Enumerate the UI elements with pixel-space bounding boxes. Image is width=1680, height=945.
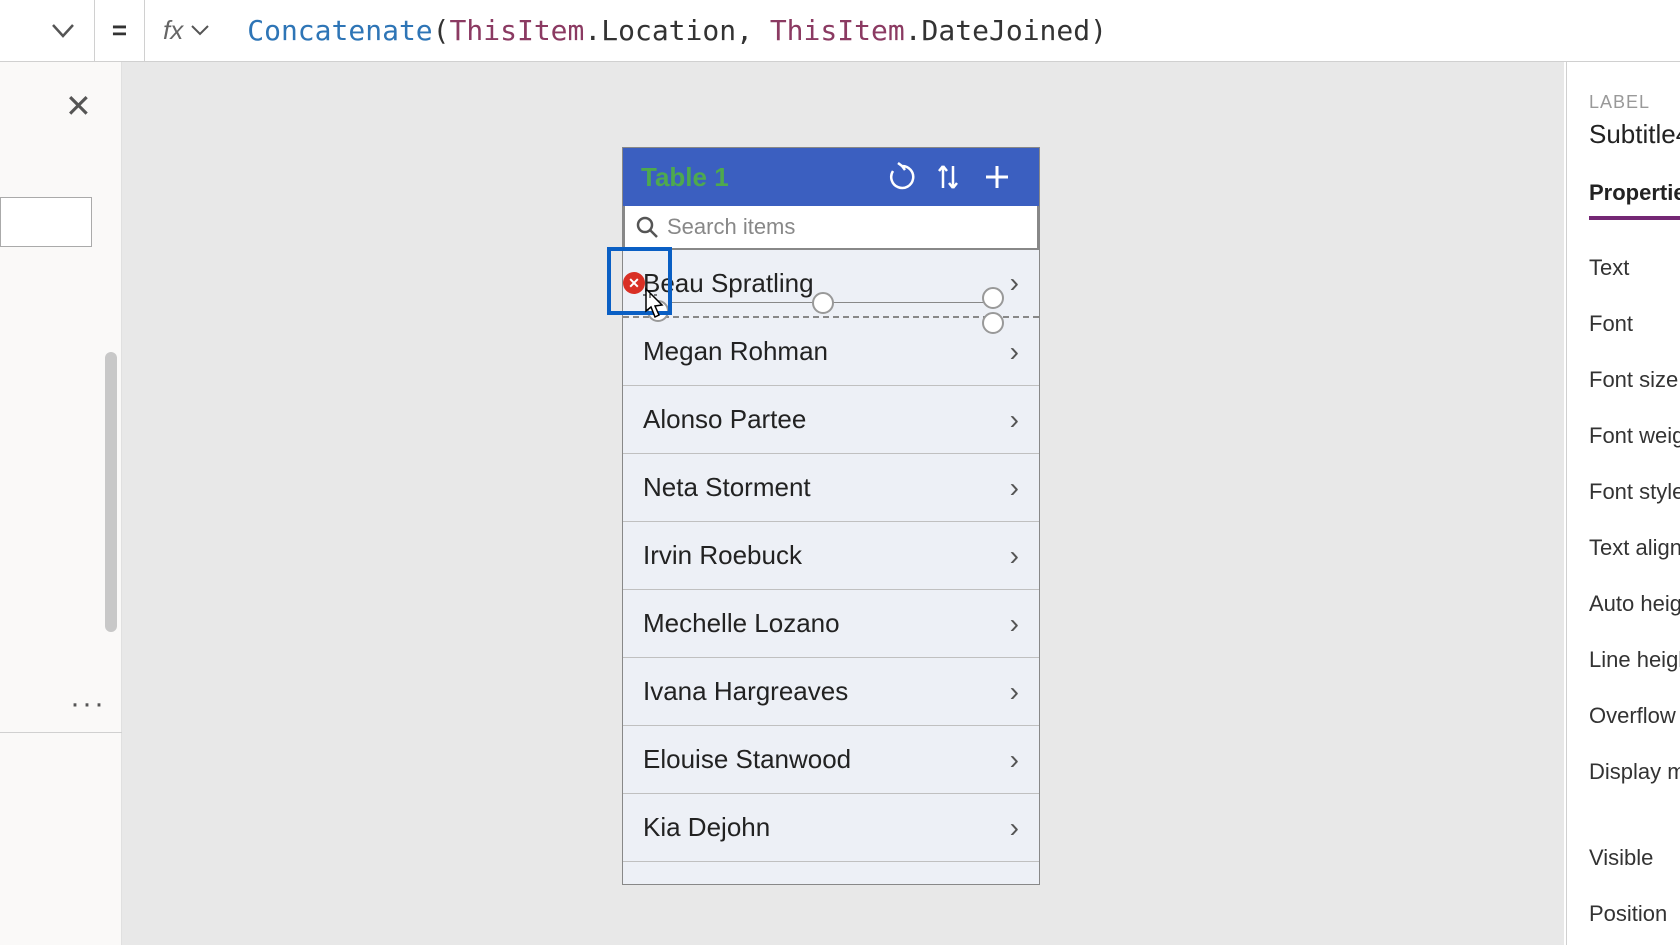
list-item[interactable]: Tamica Trickett › xyxy=(623,862,1039,885)
list-item[interactable]: Kia Dejohn › xyxy=(623,794,1039,862)
prop-position[interactable]: Position xyxy=(1589,901,1680,927)
chevron-right-icon[interactable]: › xyxy=(1010,540,1019,572)
canvas-area[interactable]: Table 1 Search items Beau Spratling › Me… xyxy=(122,62,1564,945)
prop-display-mode[interactable]: Display mode xyxy=(1589,759,1680,785)
prop-font-size[interactable]: Font size xyxy=(1589,367,1680,393)
search-icon xyxy=(635,215,659,239)
list-item[interactable]: Ivana Hargreaves › xyxy=(623,658,1039,726)
tab-properties[interactable]: Properties xyxy=(1589,180,1680,216)
sort-icon[interactable] xyxy=(935,162,973,192)
chevron-right-icon[interactable]: › xyxy=(1010,812,1019,844)
list-item[interactable]: Irvin Roebuck › xyxy=(623,522,1039,590)
list-item[interactable]: Elouise Stanwood › xyxy=(623,726,1039,794)
resize-handle[interactable] xyxy=(812,292,834,314)
item-title: Mechelle Lozano xyxy=(643,608,1010,639)
prop-font[interactable]: Font xyxy=(1589,311,1680,337)
equals-sign: = xyxy=(95,0,145,62)
chevron-right-icon[interactable]: › xyxy=(1010,880,1019,886)
resize-handle[interactable] xyxy=(982,287,1004,309)
chevron-down-icon xyxy=(191,25,209,36)
item-title: Tamica Trickett xyxy=(643,880,1010,885)
cursor-pointer-icon xyxy=(640,287,668,321)
search-row[interactable]: Search items xyxy=(623,206,1039,250)
prop-text[interactable]: Text xyxy=(1589,255,1680,281)
item-title: Megan Rohman xyxy=(643,336,1010,367)
tab-underline xyxy=(1589,216,1680,220)
fx-button[interactable]: fx xyxy=(145,0,227,62)
formula-input[interactable]: Concatenate(ThisItem.Location, ThisItem.… xyxy=(227,14,1680,47)
prop-font-style[interactable]: Font style xyxy=(1589,479,1680,505)
prop-text-align[interactable]: Text alignment xyxy=(1589,535,1680,561)
fx-label: fx xyxy=(163,15,183,46)
divider xyxy=(0,732,122,733)
left-panel: ✕ ··· xyxy=(0,62,122,945)
formula-bar: = fx Concatenate(ThisItem.Location, This… xyxy=(0,0,1680,62)
prop-line-height[interactable]: Line height xyxy=(1589,647,1680,673)
item-title: Elouise Stanwood xyxy=(643,744,1010,775)
list-item[interactable]: Megan Rohman › xyxy=(623,318,1039,386)
item-title: Ivana Hargreaves xyxy=(643,676,1010,707)
refresh-icon[interactable] xyxy=(887,162,925,192)
control-name[interactable]: Subtitle4 xyxy=(1589,119,1680,150)
chevron-down-icon xyxy=(52,24,74,38)
formula-thisitem-2: ThisItem xyxy=(770,14,905,47)
prop-font-weight[interactable]: Font weight xyxy=(1589,423,1680,449)
chevron-right-icon[interactable]: › xyxy=(1010,472,1019,504)
prop-overflow[interactable]: Overflow xyxy=(1589,703,1680,729)
formula-prop-1: .Location xyxy=(584,14,736,47)
item-title: Kia Dejohn xyxy=(643,812,1010,843)
panel-input[interactable] xyxy=(0,197,92,247)
formula-function: Concatenate xyxy=(247,14,432,47)
gallery-list: Beau Spratling › Megan Rohman › Alonso P… xyxy=(623,250,1039,885)
resize-handle[interactable] xyxy=(982,312,1004,334)
prop-auto-height[interactable]: Auto height xyxy=(1589,591,1680,617)
control-type-label: LABEL xyxy=(1589,92,1680,113)
chevron-right-icon[interactable]: › xyxy=(1010,336,1019,368)
add-icon[interactable] xyxy=(983,163,1021,191)
item-title: Irvin Roebuck xyxy=(643,540,1010,571)
property-dropdown[interactable] xyxy=(0,0,95,62)
chevron-right-icon[interactable]: › xyxy=(1010,676,1019,708)
list-item[interactable]: Neta Storment › xyxy=(623,454,1039,522)
formula-prop-2: .DateJoined xyxy=(905,14,1090,47)
close-icon[interactable]: ✕ xyxy=(65,87,92,125)
list-item[interactable]: Mechelle Lozano › xyxy=(623,590,1039,658)
chevron-right-icon[interactable]: › xyxy=(1010,744,1019,776)
search-placeholder: Search items xyxy=(667,214,795,240)
chevron-right-icon[interactable]: › xyxy=(1010,608,1019,640)
prop-visible[interactable]: Visible xyxy=(1589,845,1680,871)
properties-panel: LABEL Subtitle4 Properties Text Font Fon… xyxy=(1566,62,1680,945)
item-title: Alonso Partee xyxy=(643,404,1010,435)
app-header: Table 1 xyxy=(623,148,1039,206)
chevron-right-icon[interactable]: › xyxy=(1010,267,1019,299)
formula-thisitem-1: ThisItem xyxy=(450,14,585,47)
app-title: Table 1 xyxy=(641,162,877,193)
item-title: Neta Storment xyxy=(643,472,1010,503)
more-icon[interactable]: ··· xyxy=(70,687,106,721)
app-preview: Table 1 Search items Beau Spratling › Me… xyxy=(622,147,1040,885)
scrollbar[interactable] xyxy=(105,352,117,632)
chevron-right-icon[interactable]: › xyxy=(1010,404,1019,436)
list-item[interactable]: Alonso Partee › xyxy=(623,386,1039,454)
